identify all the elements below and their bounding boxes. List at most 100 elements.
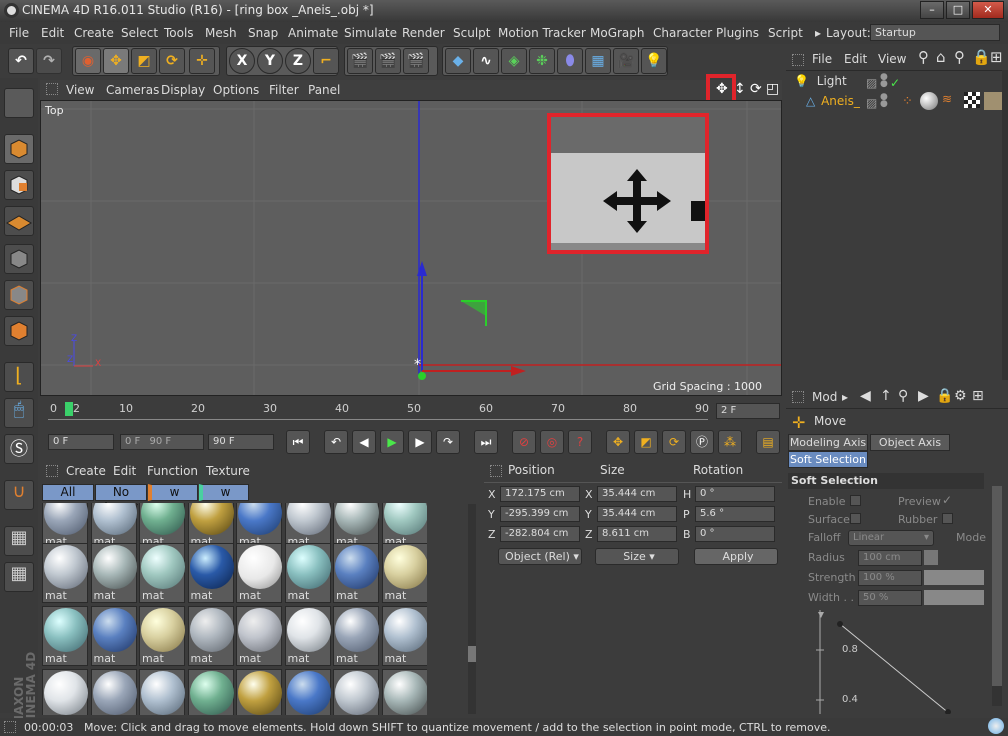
- size-field[interactable]: 8.611 cm: [597, 526, 677, 542]
- viewport-menu-panel[interactable]: Panel: [308, 83, 340, 97]
- size-field[interactable]: 35.444 cm: [597, 486, 677, 502]
- material-swatch[interactable]: mat: [139, 543, 185, 603]
- minimize-button[interactable]: –: [920, 1, 944, 19]
- radius-field[interactable]: 100 cm: [858, 550, 922, 566]
- rotate-view-icon[interactable]: ⟳: [750, 81, 762, 97]
- menu-sculpt[interactable]: Sculpt: [453, 26, 490, 40]
- end-frame-field[interactable]: 90 F: [208, 434, 274, 450]
- material-tag-3-icon[interactable]: [964, 92, 980, 108]
- menu-script[interactable]: Script: [768, 26, 803, 40]
- y-axis-lock-button[interactable]: Y: [257, 48, 283, 74]
- layout-select[interactable]: Startup: [870, 24, 1000, 41]
- position-field[interactable]: -282.804 cm: [500, 526, 580, 542]
- key-pla-button[interactable]: ⁂: [718, 430, 742, 454]
- key-position-button[interactable]: ✥: [606, 430, 630, 454]
- material-swatch[interactable]: mat: [187, 669, 234, 715]
- keyframe-selection-button[interactable]: ?: [568, 430, 592, 454]
- grid-snap-button[interactable]: ▦: [4, 562, 34, 592]
- material-tag-2-icon[interactable]: ≋: [942, 92, 960, 110]
- tweak-mode-button[interactable]: 🖱: [4, 398, 34, 428]
- rotate-tool-button[interactable]: ⟳: [159, 48, 185, 74]
- material-menu-texture[interactable]: Texture: [206, 464, 250, 478]
- redo-button[interactable]: ↷: [36, 48, 62, 74]
- coordinate-system-button[interactable]: ⌐: [313, 48, 339, 74]
- material-swatch[interactable]: mat: [284, 543, 331, 603]
- filter-icon[interactable]: ⚲: [954, 48, 965, 66]
- material-scrollbar[interactable]: [468, 504, 476, 714]
- lock-attr-icon[interactable]: 🔒: [936, 388, 953, 404]
- material-swatch[interactable]: mat: [139, 669, 185, 715]
- material-swatch[interactable]: mat: [42, 543, 88, 603]
- menu-snap[interactable]: Snap: [248, 26, 278, 40]
- recent-tool-button[interactable]: ✛: [189, 48, 215, 74]
- material-tab-no-layer[interactable]: No Layer: [95, 484, 147, 514]
- width-field[interactable]: 50 %: [858, 590, 922, 606]
- rotation-field[interactable]: 0 °: [695, 486, 775, 502]
- menu-file[interactable]: File: [9, 26, 29, 40]
- forward-icon[interactable]: ▶: [918, 388, 929, 404]
- next-frame-button[interactable]: ▶: [408, 430, 432, 454]
- tab-modeling-axis[interactable]: Modeling Axis: [788, 434, 868, 451]
- material-swatch[interactable]: mat: [42, 606, 88, 666]
- material-swatch[interactable]: mat: [90, 543, 137, 603]
- material-swatch[interactable]: mat: [236, 669, 282, 715]
- apply-button[interactable]: Apply: [694, 548, 778, 565]
- material-swatch[interactable]: mat: [236, 606, 282, 666]
- render-view-button[interactable]: 🎬: [347, 48, 373, 74]
- menu-tools[interactable]: Tools: [164, 26, 194, 40]
- axis-mode-button[interactable]: ⌊: [4, 362, 34, 392]
- rubber-checkbox[interactable]: [942, 513, 953, 524]
- tab-soft-selection[interactable]: Soft Selection: [788, 451, 868, 468]
- material-swatch[interactable]: mat: [333, 543, 379, 603]
- obj-menu-view[interactable]: View: [878, 52, 906, 66]
- material-swatch[interactable]: mat: [90, 669, 137, 715]
- maximize-button[interactable]: □: [946, 1, 970, 19]
- close-button[interactable]: ✕: [972, 1, 1004, 19]
- strength-field[interactable]: 100 %: [858, 570, 922, 586]
- previous-frame-button[interactable]: ◀: [352, 430, 376, 454]
- material-tab-w1[interactable]: w: [148, 484, 198, 501]
- scale-tool-button[interactable]: ◩: [131, 48, 157, 74]
- camera-button[interactable]: 🎥: [613, 48, 639, 74]
- material-swatch[interactable]: mat: [187, 543, 234, 603]
- make-editable-button[interactable]: [4, 88, 34, 118]
- material-menu-create[interactable]: Create: [66, 464, 106, 478]
- menu-simulate[interactable]: Simulate: [344, 26, 397, 40]
- timeline-ruler[interactable]: 0 10 20 30 40 50 60 70 80 90 2 2 F: [40, 398, 782, 422]
- render-picture-viewer-button[interactable]: 🎬: [375, 48, 401, 74]
- coord-mode-select[interactable]: Object (Rel) ▾: [498, 548, 582, 565]
- obj-menu-file[interactable]: File: [812, 52, 832, 66]
- live-selection-button[interactable]: ◉: [75, 48, 101, 74]
- menu-plugins[interactable]: Plugins: [716, 26, 759, 40]
- light-enabled-check[interactable]: ✓: [890, 76, 900, 90]
- play-button[interactable]: ▶: [380, 430, 404, 454]
- model-mode-button[interactable]: [4, 134, 34, 164]
- falloff-graph[interactable]: 0.8 0.4: [790, 610, 984, 715]
- menu-animate[interactable]: Animate: [288, 26, 338, 40]
- cube-object-button[interactable]: ◆: [445, 48, 471, 74]
- move-tool-button[interactable]: ✥: [103, 48, 129, 74]
- key-rotation-button[interactable]: ⟳: [662, 430, 686, 454]
- coord-size-select[interactable]: Size ▾: [595, 548, 679, 565]
- material-swatch[interactable]: mat: [333, 669, 379, 715]
- material-tag-1-icon[interactable]: [920, 92, 938, 110]
- menu-create[interactable]: Create: [74, 26, 114, 40]
- viewport-menu-cameras[interactable]: Cameras: [106, 83, 159, 97]
- menu-select[interactable]: Select: [121, 26, 158, 40]
- material-menu-edit[interactable]: Edit: [113, 464, 136, 478]
- aneis-visibility-dots[interactable]: ● ●: [880, 93, 888, 109]
- timeline-playhead[interactable]: [65, 402, 73, 416]
- material-tab-all[interactable]: All: [42, 484, 94, 501]
- viewport-menu-filter[interactable]: Filter: [269, 83, 299, 97]
- deformer-button[interactable]: ⬮: [557, 48, 583, 74]
- magnet-button[interactable]: ∪: [4, 480, 34, 510]
- material-menu-function[interactable]: Function: [147, 464, 198, 478]
- subdivision-surface-button[interactable]: ◈: [501, 48, 527, 74]
- floor-button[interactable]: ▦: [585, 48, 611, 74]
- material-swatch[interactable]: mat: [381, 606, 427, 666]
- undo-button[interactable]: ↶: [8, 48, 34, 74]
- search-attr-icon[interactable]: ⚲: [898, 388, 908, 404]
- light-visibility-dots[interactable]: ● ●: [880, 73, 888, 89]
- material-swatch[interactable]: mat: [284, 606, 331, 666]
- radius-slider[interactable]: [924, 550, 938, 565]
